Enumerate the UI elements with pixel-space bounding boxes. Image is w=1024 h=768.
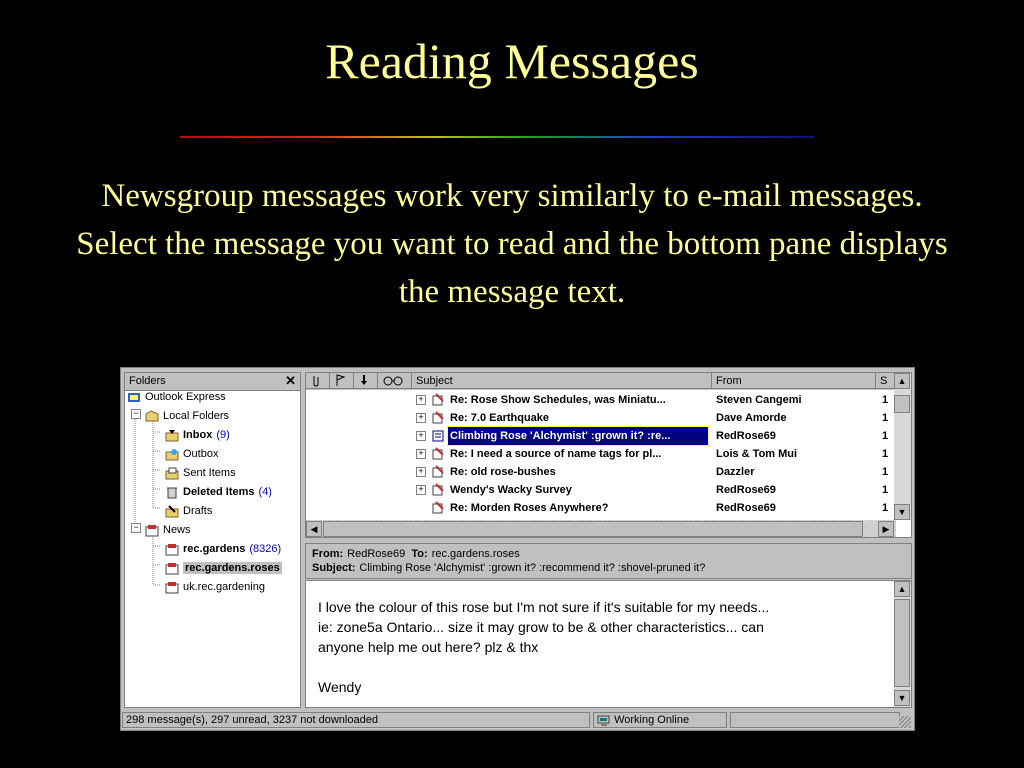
- status-bar: 298 message(s), 297 unread, 3237 not dow…: [122, 710, 913, 729]
- message-row[interactable]: + Re: 7.0 Earthquake Dave Amorde 1: [306, 409, 890, 427]
- deleted-items-icon: [165, 486, 179, 499]
- preview-subject-value: Climbing Rose 'Alchymist' :grown it? :re…: [359, 562, 706, 574]
- computer-icon: [597, 715, 610, 726]
- column-headers: Subject From S: [306, 373, 911, 390]
- scroll-up-icon[interactable]: ▲: [894, 373, 910, 389]
- outlook-express-icon: [127, 391, 141, 404]
- preview-to-value: rec.gardens.roses: [431, 548, 520, 560]
- preview-line: [318, 657, 911, 677]
- newsgroup-rec-gardens[interactable]: rec.gardens (8326): [165, 540, 281, 558]
- news-post-icon: [432, 447, 444, 460]
- folder-inbox[interactable]: Inbox (9): [165, 426, 230, 444]
- newsgroup-uk-rec-gardening[interactable]: uk.rec.gardening: [165, 578, 265, 596]
- preview-signature: Wendy: [318, 679, 362, 695]
- message-row[interactable]: + Re: Rose Show Schedules, was Miniatu..…: [306, 391, 890, 409]
- folder-outlook-express[interactable]: Outlook Express: [127, 388, 226, 406]
- message-row[interactable]: + Re: I need a source of name tags for p…: [306, 445, 890, 463]
- message-row-selected[interactable]: + Climbing Rose 'Alchymist' :grown it? :…: [306, 426, 890, 446]
- news-server-icon: [145, 524, 159, 537]
- expand-thread-icon[interactable]: +: [416, 449, 426, 459]
- collapse-local-folders-icon[interactable]: −: [131, 409, 141, 419]
- preview-vscroll[interactable]: ▲ ▼: [894, 581, 911, 707]
- scroll-up-icon[interactable]: ▲: [894, 581, 910, 597]
- scroll-thumb[interactable]: [894, 395, 910, 413]
- folder-news[interactable]: News: [145, 521, 191, 539]
- slide-body: Newsgroup messages work very similarly t…: [76, 178, 948, 310]
- column-subject[interactable]: Subject: [412, 373, 712, 389]
- column-sent[interactable]: S: [876, 373, 896, 389]
- folder-drafts[interactable]: Drafts: [165, 502, 212, 520]
- message-row[interactable]: + Re: old rose-bushes Dazzler 1: [306, 463, 890, 481]
- expand-thread-icon[interactable]: +: [416, 395, 426, 405]
- local-folders-icon: [145, 410, 159, 423]
- close-icon[interactable]: ✕: [285, 373, 296, 389]
- news-post-read-icon: [432, 429, 444, 442]
- newsgroup-rec-gardens-roses[interactable]: rec.gardens.roses: [165, 559, 282, 577]
- sent-items-icon: [165, 467, 179, 480]
- flag-icon[interactable]: [330, 373, 354, 389]
- outbox-icon: [165, 448, 179, 461]
- folder-outbox[interactable]: Outbox: [165, 445, 218, 463]
- message-list: Subject From S + Re: Rose Show Schedules…: [305, 372, 912, 538]
- expand-thread-icon[interactable]: +: [416, 413, 426, 423]
- folders-pane: Folders ✕ − − Outlook Express Local Fold…: [124, 372, 301, 708]
- expand-thread-icon[interactable]: +: [416, 485, 426, 495]
- preview-header: From: RedRose69 To: rec.gardens.roses Subj…: [305, 543, 912, 579]
- newsgroup-icon: [165, 562, 179, 575]
- folder-local-folders[interactable]: Local Folders: [145, 407, 229, 425]
- message-row[interactable]: Re: Morden Roses Anywhere? RedRose69 1: [306, 499, 890, 517]
- title-rule: [180, 136, 814, 138]
- preview-from-line: From: RedRose69 To: rec.gardens.roses: [312, 548, 520, 560]
- news-post-icon: [432, 411, 444, 424]
- drafts-icon: [165, 504, 179, 518]
- column-from[interactable]: From: [712, 373, 876, 389]
- news-post-icon: [432, 501, 444, 514]
- preview-subject-line: Subject: Climbing Rose 'Alchymist' :grown…: [312, 562, 706, 574]
- preview-line: ie: zone5a Ontario... size it may grow t…: [318, 619, 764, 635]
- message-list-vscroll[interactable]: ▲ ▼: [894, 373, 911, 520]
- paperclip-icon[interactable]: [306, 373, 330, 389]
- expand-thread-icon[interactable]: +: [416, 431, 426, 441]
- message-list-hscroll[interactable]: ◀ ▶: [306, 520, 896, 537]
- scroll-left-icon[interactable]: ◀: [306, 521, 322, 537]
- inbox-icon: [165, 429, 179, 442]
- preview-line: I love the colour of this rose but I'm n…: [318, 599, 770, 615]
- watch-glasses-icon[interactable]: [378, 373, 412, 389]
- expand-thread-icon[interactable]: +: [416, 467, 426, 477]
- hscroll-thumb[interactable]: [323, 521, 863, 537]
- scroll-thumb[interactable]: [894, 599, 910, 687]
- status-empty-panel: [730, 712, 900, 728]
- news-post-icon: [432, 393, 444, 406]
- folder-sent-items[interactable]: Sent Items: [165, 464, 236, 482]
- folders-header-label: Folders: [129, 375, 166, 387]
- collapse-news-icon[interactable]: −: [131, 523, 141, 533]
- slide-title: Reading Messages: [325, 33, 699, 89]
- preview-from-value: RedRose69: [347, 548, 406, 560]
- scroll-right-icon[interactable]: ▶: [878, 521, 894, 537]
- scroll-down-icon[interactable]: ▼: [894, 690, 910, 706]
- resize-grip-icon[interactable]: [899, 716, 911, 728]
- preview-pane[interactable]: I love the colour of this rose but I'm n…: [305, 580, 912, 708]
- status-message: 298 message(s), 297 unread, 3237 not dow…: [122, 712, 590, 728]
- news-post-icon: [432, 465, 444, 478]
- newsgroup-icon: [165, 581, 179, 594]
- news-post-icon: [432, 483, 444, 496]
- folder-deleted-items[interactable]: Deleted Items (4): [165, 483, 272, 501]
- message-row[interactable]: + Wendy's Wacky Survey RedRose69 1: [306, 481, 890, 499]
- preview-line: anyone help me out here? plz & thx: [318, 639, 539, 655]
- status-connection: Working Online: [593, 712, 727, 728]
- download-arrow-icon[interactable]: [354, 373, 378, 389]
- newsgroup-icon: [165, 543, 179, 556]
- outlook-express-window: Folders ✕ − − Outlook Express Local Fold…: [120, 367, 915, 731]
- scroll-down-icon[interactable]: ▼: [894, 504, 910, 520]
